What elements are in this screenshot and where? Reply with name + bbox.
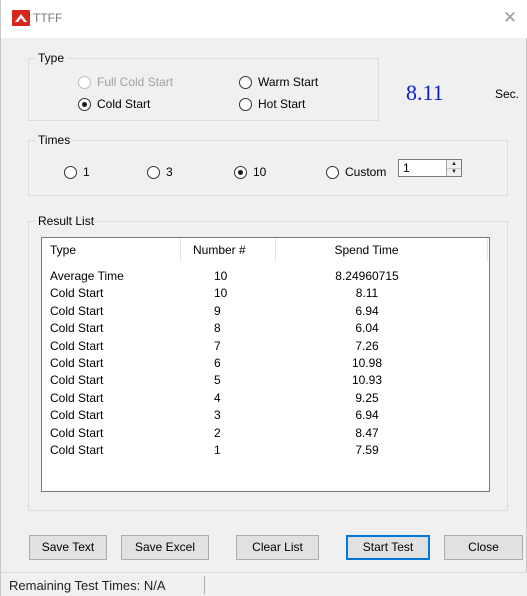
row-spend-time: 6.94	[355, 408, 379, 423]
column-header-label: Spend Time	[334, 243, 399, 257]
column-header-label: Type	[50, 243, 77, 257]
column-header-type[interactable]: Type	[42, 238, 181, 262]
table-row[interactable]: Cold Start 5 10.93	[42, 373, 489, 388]
radio-indicator	[239, 97, 252, 111]
app-icon	[12, 10, 30, 26]
table-row[interactable]: Cold Start 1 7.59	[42, 443, 489, 458]
spinner-buttons: ▲ ▼	[446, 160, 461, 176]
row-spend-time: 7.59	[355, 443, 379, 457]
row-type: Cold Start	[50, 408, 104, 423]
row-spend-time: 8.24960715	[335, 269, 399, 283]
row-number: 1	[214, 443, 221, 457]
table-row[interactable]: Cold Start 7 7.26	[42, 339, 489, 354]
table-row[interactable]: Cold Start 2 8.47	[42, 426, 489, 441]
radio-hot-start[interactable]: Hot Start	[239, 97, 305, 111]
row-type: Cold Start	[50, 338, 104, 353]
row-number: 4	[214, 390, 221, 405]
ttff-window: TTFF ✕ Type Full Cold Start Warm Start C…	[0, 0, 527, 596]
radio-label: Hot Start	[258, 97, 306, 111]
row-type: Cold Start	[50, 390, 104, 405]
row-type: Cold Start	[50, 321, 104, 336]
row-type: Cold Start	[50, 373, 104, 388]
row-spend-time: 10.93	[351, 373, 383, 388]
row-type: Cold Start	[50, 356, 104, 370]
row-type: Cold Start	[50, 425, 104, 440]
column-header-number[interactable]: Number #	[181, 238, 276, 262]
result-list-legend: Result List	[35, 214, 98, 228]
table-row[interactable]: Cold Start 6 10.98	[42, 356, 489, 371]
radio-indicator	[147, 165, 160, 179]
radio-times-3[interactable]: 3	[147, 165, 173, 179]
table-row[interactable]: Cold Start 4 9.25	[42, 391, 489, 406]
radio-times-1[interactable]: 1	[64, 165, 90, 179]
row-spend-time: 8.11	[355, 286, 379, 301]
row-type: Cold Start	[50, 303, 104, 318]
row-spend-time: 6.94	[355, 303, 379, 318]
result-unit: Sec.	[495, 87, 520, 101]
radio-label: 10	[253, 165, 267, 179]
spinner-down-icon[interactable]: ▼	[447, 168, 461, 176]
close-button[interactable]: Close	[444, 535, 523, 560]
status-separator	[204, 576, 205, 594]
radio-indicator	[78, 75, 91, 89]
window-title: TTFF	[33, 11, 63, 25]
result-value: 8.11	[406, 80, 444, 105]
save-excel-button[interactable]: Save Excel	[121, 535, 209, 560]
type-group: Type	[28, 51, 379, 121]
radio-indicator	[326, 165, 339, 179]
radio-times-10[interactable]: 10	[234, 165, 266, 179]
row-number: 9	[214, 303, 221, 318]
row-type: Cold Start	[50, 443, 104, 457]
radio-label: 3	[166, 165, 173, 179]
status-bar: Remaining Test Times: N/A	[1, 572, 527, 596]
row-spend-time: 9.25	[355, 390, 379, 405]
row-number: 6	[214, 356, 221, 370]
custom-times-value[interactable]: 1	[403, 161, 410, 175]
close-window-icon[interactable]: ✕	[500, 8, 520, 28]
table-row[interactable]: Average Time 10 8.24960715	[42, 269, 489, 284]
times-group-legend: Times	[35, 133, 74, 147]
title-bar[interactable]: TTFF ✕	[1, 0, 527, 38]
row-spend-time: 8.47	[355, 425, 379, 440]
type-group-legend: Type	[35, 51, 68, 65]
radio-indicator	[64, 165, 77, 179]
radio-label: Warm Start	[258, 75, 319, 89]
row-number: 7	[214, 338, 221, 353]
radio-warm-start[interactable]: Warm Start	[239, 75, 318, 89]
custom-times-spinner[interactable]: 1 ▲ ▼	[398, 159, 462, 177]
radio-times-custom[interactable]: Custom	[326, 165, 386, 179]
start-test-button[interactable]: Start Test	[346, 535, 430, 560]
table-row[interactable]: Cold Start 8 6.04	[42, 321, 489, 336]
column-header-spend-time[interactable]: Spend Time	[276, 238, 488, 262]
radio-label: Full Cold Start	[97, 75, 174, 89]
radio-cold-start[interactable]: Cold Start	[78, 97, 150, 111]
radio-full-cold-start[interactable]: Full Cold Start	[78, 75, 173, 89]
radio-label: 1	[83, 165, 90, 179]
row-spend-time: 10.98	[351, 356, 383, 370]
status-text: Remaining Test Times: N/A	[9, 578, 166, 593]
row-number: 3	[214, 408, 221, 423]
row-number: 8	[214, 321, 221, 336]
table-row[interactable]: Cold Start 10 8.11	[42, 286, 489, 301]
table-row[interactable]: Cold Start 3 6.94	[42, 408, 489, 423]
save-text-button[interactable]: Save Text	[29, 535, 107, 560]
row-spend-time: 6.04	[355, 321, 379, 336]
radio-label: Custom	[345, 165, 387, 179]
result-list[interactable]: Type Number # Spend Time Average Time 10 8…	[41, 237, 490, 492]
row-number: 10	[214, 286, 228, 301]
radio-indicator	[78, 97, 91, 111]
radio-indicator	[234, 165, 247, 179]
row-number: 2	[214, 425, 221, 440]
row-type: Cold Start	[50, 286, 104, 301]
column-header-label: Number #	[193, 243, 246, 257]
row-spend-time: 7.26	[355, 338, 379, 353]
row-number: 5	[214, 373, 221, 388]
row-type: Average Time	[50, 269, 124, 283]
table-row[interactable]: Cold Start 9 6.94	[42, 304, 489, 319]
radio-label: Cold Start	[97, 97, 151, 111]
clear-list-button[interactable]: Clear List	[236, 535, 319, 560]
radio-indicator	[239, 75, 252, 89]
row-number: 10	[214, 269, 228, 283]
